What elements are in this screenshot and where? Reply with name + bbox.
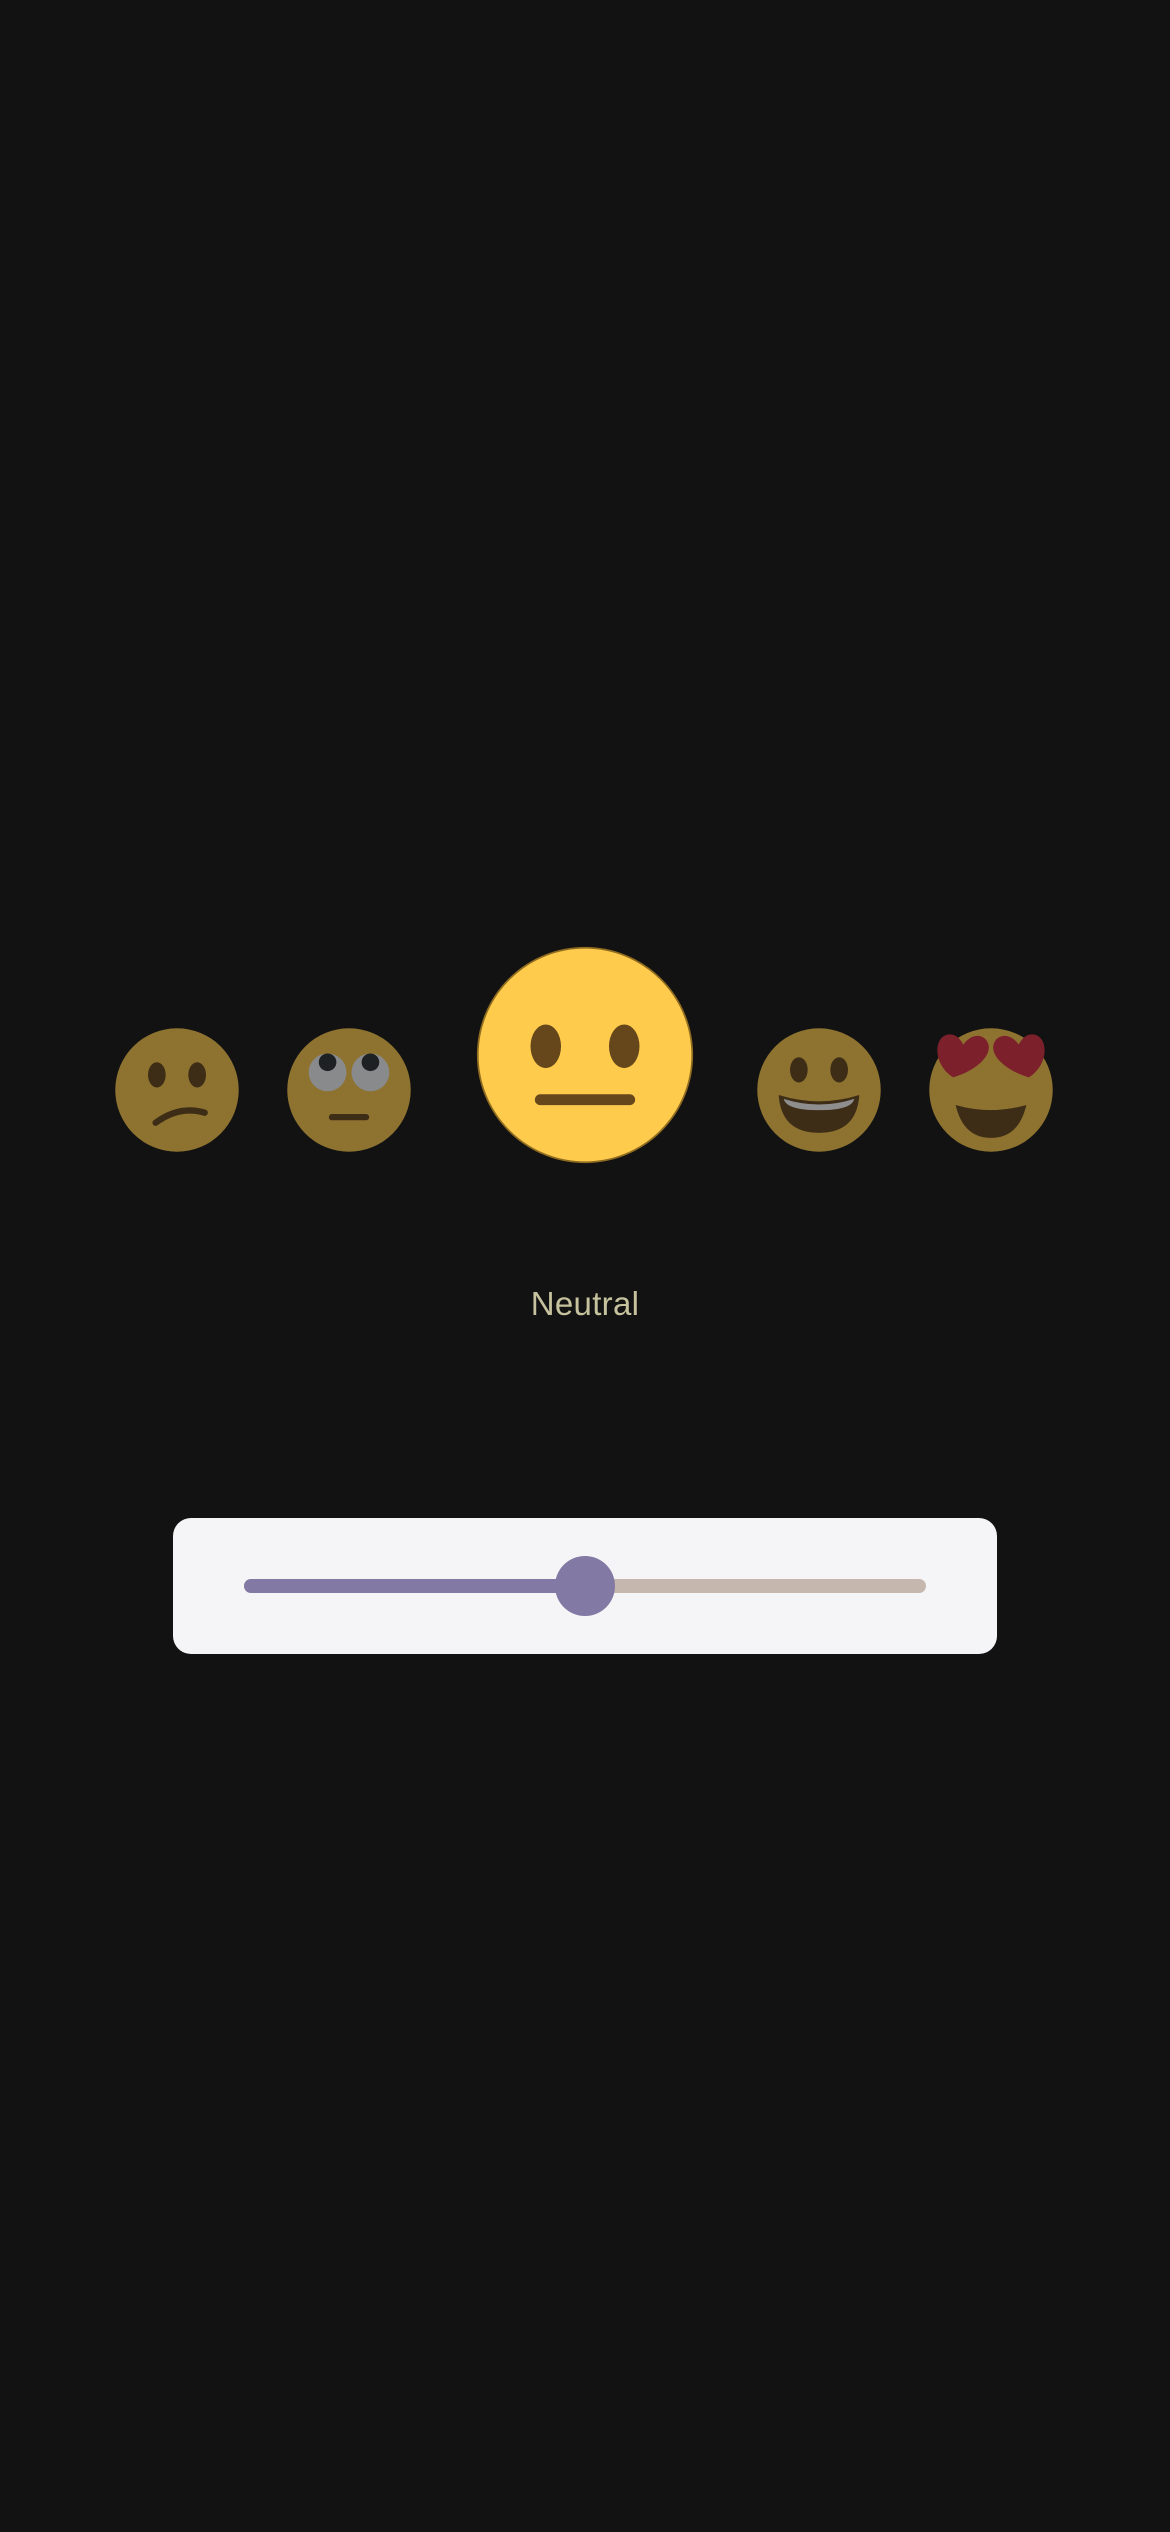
neutral-face-icon[interactable]: [476, 946, 694, 1164]
mood-slider-active-track: [244, 1579, 585, 1593]
mood-slider-track[interactable]: [244, 1556, 926, 1616]
confused-face-icon[interactable]: [114, 1027, 240, 1153]
mood-slider-card: [173, 1518, 997, 1654]
heart-eyes-face-icon[interactable]: [928, 1027, 1054, 1153]
grinning-face-icon[interactable]: [756, 1027, 882, 1153]
mood-label: Neutral: [530, 1285, 640, 1322]
mood-slider-thumb[interactable]: [555, 1556, 615, 1616]
mood-screen: Neutral: [0, 0, 1170, 2532]
emoji-row: [0, 0, 1170, 1200]
rolling-eyes-face-icon[interactable]: [286, 1027, 412, 1153]
